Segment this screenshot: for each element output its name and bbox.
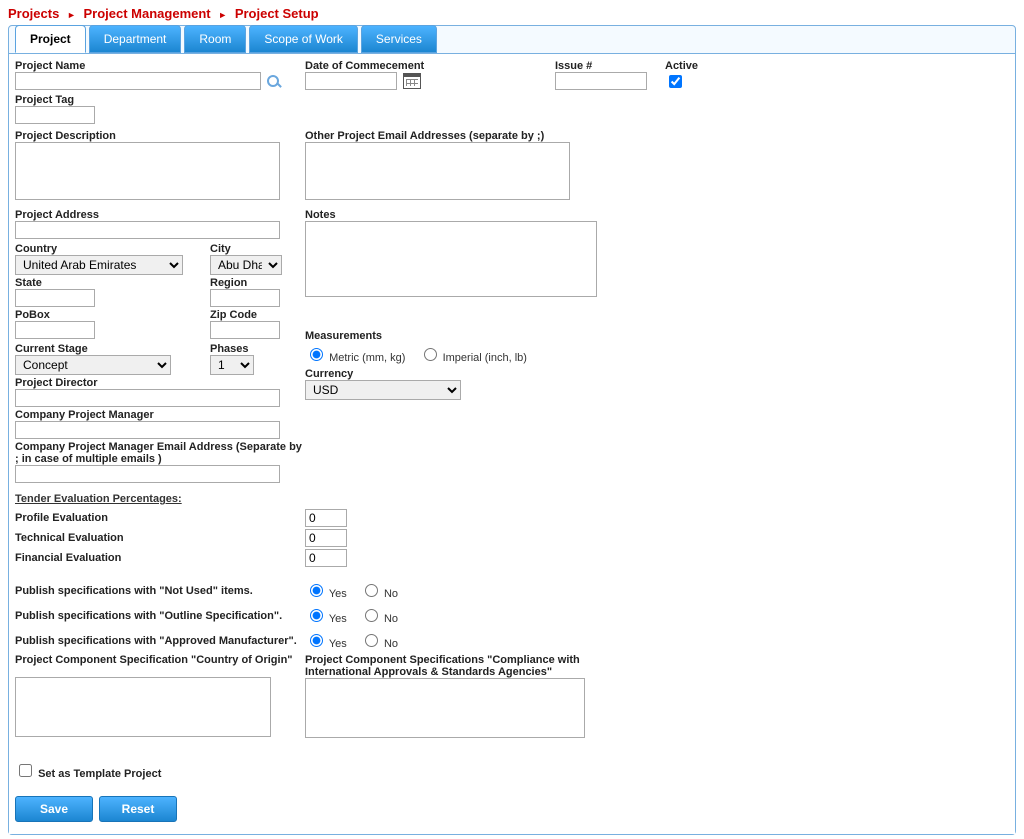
save-button[interactable]: Save [15,796,93,822]
currency-select[interactable]: USD [305,380,461,400]
label-phases: Phases [210,343,254,355]
label-currency: Currency [305,368,605,380]
pobox-input[interactable] [15,321,95,339]
country-origin-textarea[interactable] [15,677,271,737]
label-zip: Zip Code [210,309,280,321]
radio-imperial[interactable] [424,348,437,361]
label-notes: Notes [305,209,605,221]
breadcrumb: Projects ► Project Management ► Project … [8,4,1016,25]
technical-eval-input[interactable] [305,529,347,547]
label-country-origin: Project Component Specification "Country… [15,654,305,666]
issue-input[interactable] [555,72,647,90]
label-company-pm: Company Project Manager [15,409,305,421]
label-state: State [15,277,210,289]
radio-notused-yes[interactable] [310,584,323,597]
project-description-textarea[interactable] [15,142,280,200]
label-project-address: Project Address [15,209,305,221]
breadcrumb-item[interactable]: Project Management [83,6,210,21]
profile-eval-input[interactable] [305,509,347,527]
label-city: City [210,243,282,255]
label-project-tag: Project Tag [15,94,305,106]
label-financial-eval: Financial Evaluation [15,552,305,564]
state-input[interactable] [15,289,95,307]
radio-approved-yes[interactable] [310,634,323,647]
tender-eval-header: Tender Evaluation Percentages: [15,493,182,505]
project-director-input[interactable] [15,389,280,407]
notes-textarea[interactable] [305,221,597,297]
compliance-textarea[interactable] [305,678,585,738]
label-region: Region [210,277,280,289]
label-measurements: Measurements [305,330,605,342]
phases-select[interactable]: 1 [210,355,254,375]
financial-eval-input[interactable] [305,549,347,567]
label-profile-eval: Profile Evaluation [15,512,305,524]
label-date-commence: Date of Commecement [305,60,555,72]
radio-metric-label[interactable]: Metric (mm, kg) [305,352,405,364]
radio-outline-no[interactable] [365,609,378,622]
template-checkbox-label[interactable]: Set as Template Project [15,768,161,780]
company-pm-input[interactable] [15,421,280,439]
label-current-stage: Current Stage [15,343,210,355]
reset-button[interactable]: Reset [99,796,177,822]
template-checkbox[interactable] [19,764,32,777]
label-project-director: Project Director [15,377,305,389]
current-stage-select[interactable]: Concept [15,355,171,375]
radio-metric[interactable] [310,348,323,361]
label-project-name: Project Name [15,60,305,72]
label-pub-outline: Publish specifications with "Outline Spe… [15,610,305,622]
label-compliance: Project Component Specifications "Compli… [305,654,605,678]
project-name-input[interactable] [15,72,261,90]
tab-room[interactable]: Room [184,25,246,53]
other-emails-textarea[interactable] [305,142,570,200]
country-select[interactable]: United Arab Emirates [15,255,183,275]
radio-notused-no[interactable] [365,584,378,597]
radio-imperial-label[interactable]: Imperial (inch, lb) [419,352,527,364]
company-pm-email-input[interactable] [15,465,280,483]
label-other-emails: Other Project Email Addresses (separate … [305,130,605,142]
breadcrumb-item[interactable]: Projects [8,6,59,21]
tab-project[interactable]: Project [15,25,86,53]
label-pub-approved: Publish specifications with "Approved Ma… [15,635,305,647]
calendar-icon[interactable] [403,73,421,89]
project-tag-input[interactable] [15,106,95,124]
label-issue: Issue # [555,60,665,72]
label-country: Country [15,243,210,255]
radio-outline-yes[interactable] [310,609,323,622]
project-address-input[interactable] [15,221,280,239]
tab-scope-of-work[interactable]: Scope of Work [249,25,357,53]
label-pub-notused: Publish specifications with "Not Used" i… [15,585,305,597]
tab-services[interactable]: Services [361,25,437,53]
zip-input[interactable] [210,321,280,339]
radio-approved-no[interactable] [365,634,378,647]
date-commence-input[interactable] [305,72,397,90]
region-input[interactable] [210,289,280,307]
label-pobox: PoBox [15,309,210,321]
label-company-pm-email: Company Project Manager Email Address (S… [15,441,305,465]
city-select[interactable]: Abu Dhabi [210,255,282,275]
breadcrumb-item[interactable]: Project Setup [235,6,319,21]
label-active: Active [665,60,735,72]
label-project-description: Project Description [15,130,305,142]
active-checkbox[interactable] [669,75,682,88]
search-icon[interactable] [265,73,281,89]
tab-department[interactable]: Department [89,25,182,53]
label-technical-eval: Technical Evaluation [15,532,305,544]
